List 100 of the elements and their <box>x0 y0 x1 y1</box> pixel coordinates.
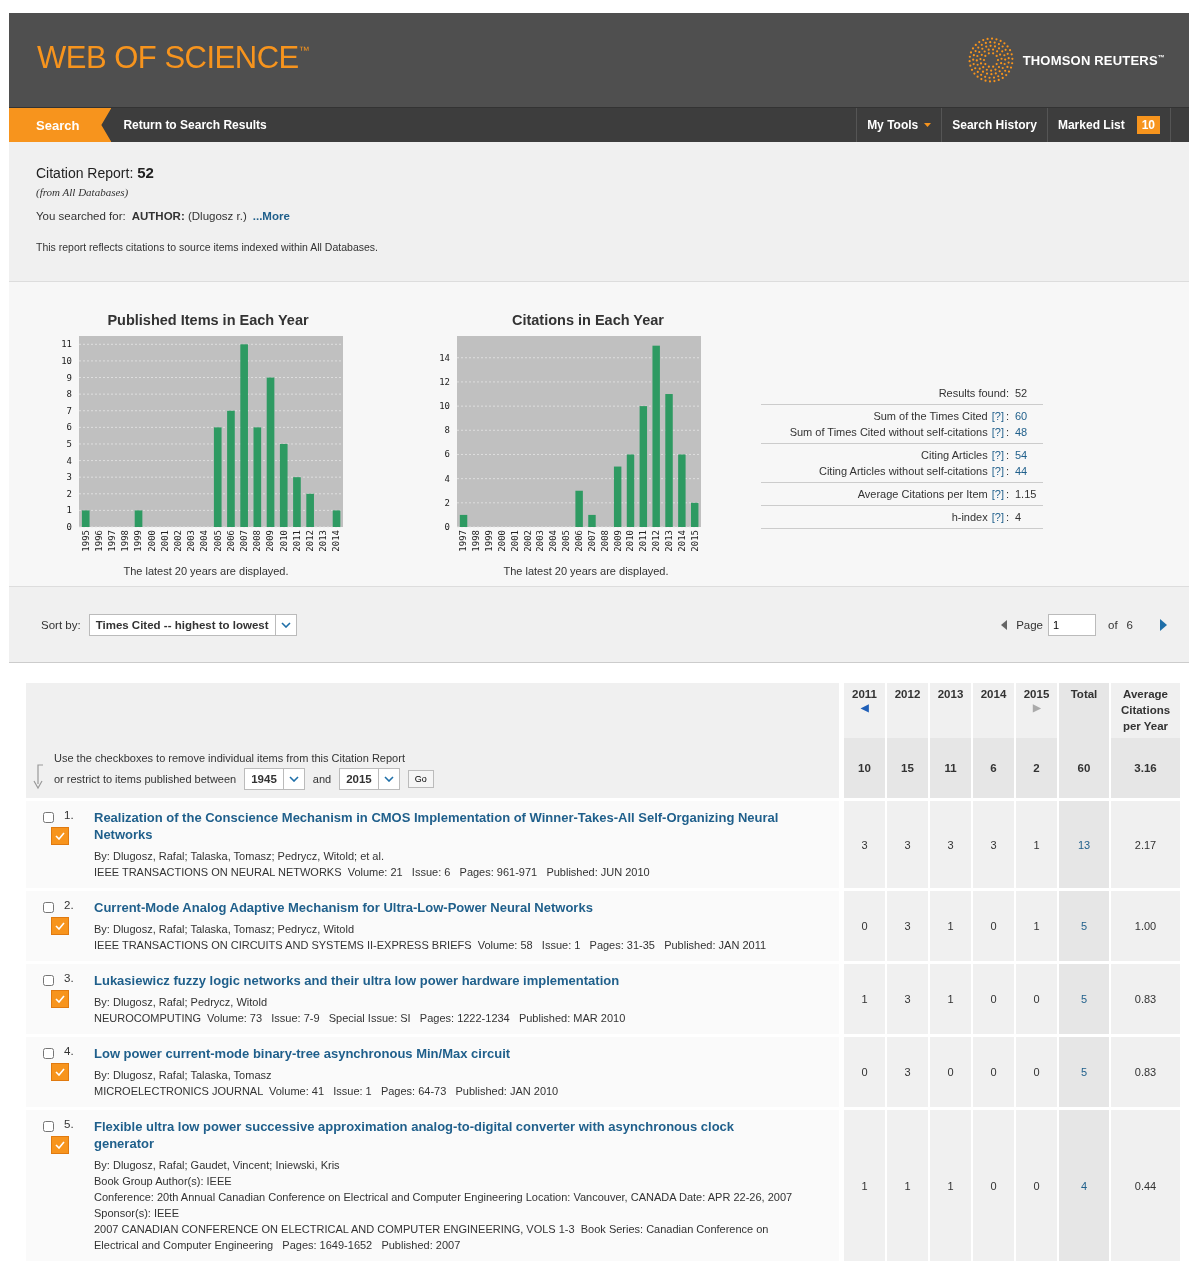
record-title-link[interactable]: Flexible ultra low power successive approximation analog-to-digital converter with asynchronous clock generator <box>94 1118 794 1152</box>
x-tick-label: 2009 <box>612 530 623 552</box>
record-details: By: Dlugosz, Rafal; Talaska, Tomasz; Pedrycz, Witold <box>94 922 356 937</box>
total-count-link[interactable]: 5 <box>1057 888 1109 961</box>
year-count-cell: 0 <box>971 961 1014 1034</box>
x-tick-label: 1998 <box>120 530 131 552</box>
y-tick-label: 2 <box>444 497 450 508</box>
count-badge: 10 <box>1136 116 1160 134</box>
previous-page-icon[interactable] <box>1001 619 1008 630</box>
record-details: By: Dlugosz, Rafal; Talaska, Tomasz; Pedrycz, Witold; et al. <box>94 849 385 864</box>
remove-checkbox[interactable] <box>42 975 54 986</box>
instructions-text: Use the checkboxes to remove individual items from this Citation Report <box>54 752 406 764</box>
chevron-down-icon <box>280 621 291 628</box>
x-tick-label: 1995 <box>80 530 91 552</box>
chart-footnote: The latest 20 years are displayed. <box>123 565 289 577</box>
year-count-cell: 0 <box>842 1034 885 1107</box>
year-total-cell: 10 <box>842 738 885 798</box>
report-title: Citation Report: 52 <box>36 164 155 181</box>
x-tick-label: 2000 <box>146 530 157 552</box>
caret-icon <box>924 123 932 127</box>
site-logo[interactable]: WEB OF SCIENCE$^{™}$ <box>37 40 310 76</box>
total-count-link[interactable]: 5 <box>1057 961 1109 1034</box>
year-count-cell: 0 <box>971 1107 1014 1261</box>
remove-checkbox[interactable] <box>42 812 54 823</box>
total-count-link[interactable]: 4 <box>1057 1107 1109 1261</box>
arrow-down-icon <box>32 764 44 790</box>
x-tick-label: 2009 <box>265 530 276 552</box>
next-page-icon[interactable] <box>1160 618 1167 631</box>
help-link[interactable]: [?] <box>991 447 1004 463</box>
x-tick-label: 2012 <box>305 530 315 552</box>
chart-title: Published Items in Each Year <box>107 312 309 328</box>
help-link[interactable]: [?] <box>991 486 1004 502</box>
stat-label: Citing Articles without self-citations <box>818 464 988 479</box>
average-header: Average Citations per Year <box>1109 683 1180 738</box>
average-cell: 0.83 <box>1109 961 1180 1034</box>
nav-tab[interactable]: Return to Search Results <box>111 108 287 142</box>
marked-checkbox[interactable] <box>51 827 69 845</box>
stat-value[interactable]: 48 <box>1015 424 1043 440</box>
average-cell: 2.17 <box>1109 798 1180 888</box>
x-tick-label: 2003 <box>186 530 197 552</box>
marked-checkbox[interactable] <box>51 917 69 935</box>
help-link[interactable]: [?] <box>991 509 1004 525</box>
year-count-cell: 1 <box>842 1107 885 1261</box>
year-count-cell: 3 <box>928 798 971 888</box>
help-link[interactable]: [?] <box>991 408 1004 424</box>
marked-checkbox[interactable] <box>51 1063 69 1081</box>
more-link[interactable]: ...More <box>252 210 290 222</box>
x-tick-label: 2014 <box>676 530 687 552</box>
y-tick-label: 6 <box>444 449 450 460</box>
stat-value[interactable]: 60 <box>1015 408 1043 424</box>
total-count-link[interactable]: 13 <box>1057 798 1109 888</box>
marked-checkbox[interactable] <box>51 1136 69 1154</box>
record-title-link[interactable]: Current-Mode Analog Adaptive Mechanism for Ultra-Low-Power Neural Networks <box>94 899 794 916</box>
stat-value[interactable]: 44 <box>1015 463 1043 479</box>
y-tick-label: 10 <box>439 401 450 412</box>
record-title-link[interactable]: Lukasiewicz fuzzy logic networks and their ultra low power hardware implementation <box>94 972 794 989</box>
average-cell: 0.83 <box>1109 1034 1180 1107</box>
y-tick-label: 5 <box>66 438 72 449</box>
record-details: By: Dlugosz, Rafal; Pedrycz, Witold <box>94 995 268 1010</box>
record-details: Book Group Author(s): IEEE <box>94 1174 233 1189</box>
year-to-dropdown[interactable]: 2015 <box>339 768 400 790</box>
x-tick-label: 2007 <box>586 530 597 552</box>
go-button[interactable]: Go <box>407 770 434 788</box>
year-total-cell: 11 <box>928 738 971 798</box>
x-tick-label: 2011 <box>291 530 302 552</box>
y-tick-label: 7 <box>66 405 72 416</box>
y-tick-label: 2 <box>66 488 72 499</box>
year-scroll-arrow[interactable]: ◀ <box>860 703 869 713</box>
year-header: 2015 ▶ <box>1014 683 1057 738</box>
y-tick-label: 10 <box>61 355 72 366</box>
year-count-cell: 0 <box>971 888 1014 961</box>
checkmark-icon <box>55 1068 65 1076</box>
stat-value[interactable]: 54 <box>1015 447 1043 463</box>
remove-checkbox[interactable] <box>42 902 54 913</box>
stat-label: Average Citations per Item <box>857 487 988 502</box>
marked-checkbox[interactable] <box>51 990 69 1008</box>
year-total-cell: 6 <box>971 738 1014 798</box>
x-tick-label: 1996 <box>93 530 104 552</box>
y-tick-label: 3 <box>66 472 72 483</box>
x-tick-label: 1997 <box>107 530 117 552</box>
year-count-cell: 1 <box>885 1107 928 1261</box>
year-from-dropdown[interactable]: 1945 <box>244 768 305 790</box>
page-input[interactable]: 1 <box>1048 613 1096 636</box>
bar <box>332 510 341 527</box>
sort-dropdown[interactable]: Times Cited -- highest to lowest <box>88 613 297 636</box>
bar <box>134 510 143 527</box>
bar <box>81 510 90 527</box>
report-source: (from All Databases) <box>36 186 130 198</box>
help-link[interactable]: [?] <box>991 463 1004 479</box>
remove-checkbox[interactable] <box>42 1048 54 1059</box>
stat-label: Results found: <box>938 386 1009 401</box>
remove-checkbox[interactable] <box>42 1121 54 1132</box>
search-label: You searched for: <box>36 210 126 222</box>
average-cell: 3.16 <box>1109 738 1180 798</box>
x-tick-label: 2013 <box>663 530 674 552</box>
help-link[interactable]: [?] <box>991 424 1004 440</box>
total-count-link[interactable]: 5 <box>1057 1034 1109 1107</box>
record-details: IEEE TRANSACTIONS ON NEURAL NETWORKS Volume: 21 Issue: 6 Pages: 961-971 Published: JUN 2010 <box>94 865 651 880</box>
record-title-link[interactable]: Low power current-mode binary-tree asynchronous Min/Max circuit <box>94 1045 794 1062</box>
record-title-link[interactable]: Realization of the Conscience Mechanism in CMOS Implementation of Winner-Takes-All Self-Organizing Neural Networks <box>94 809 794 843</box>
